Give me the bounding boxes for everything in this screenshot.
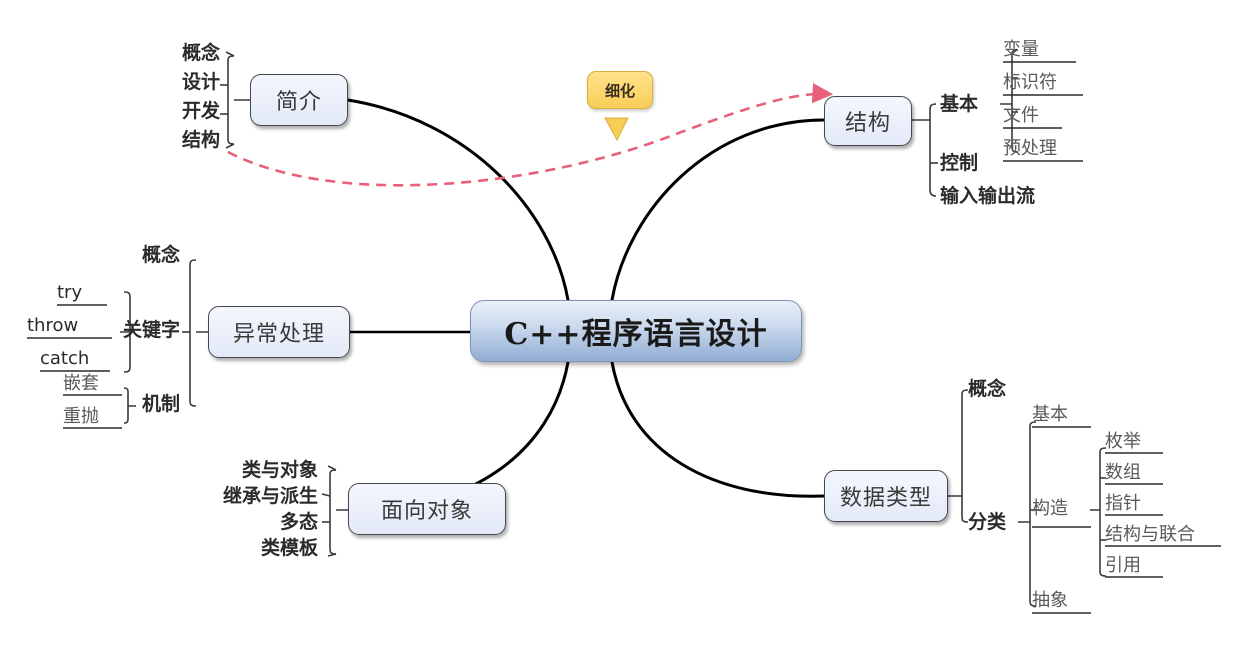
subtopic-oop-2[interactable]: 多态 xyxy=(192,513,318,532)
intro-spine xyxy=(227,55,250,145)
topic-label-datatype: 数据类型 xyxy=(839,486,932,511)
leaf-datatype-construct[interactable]: 构造 xyxy=(1032,500,1068,520)
topic-node-structure[interactable]: 结构 xyxy=(824,96,912,146)
leaf-construct-array[interactable]: 数组 xyxy=(1105,464,1141,484)
leaf-datatype-abstract[interactable]: 抽象 xyxy=(1032,592,1068,612)
subtopic-oop-1[interactable]: 继承与派生 xyxy=(192,487,318,506)
leaf-structure-variable[interactable]: 变量 xyxy=(1003,41,1039,61)
leaf-exception-rethrow[interactable]: 重抛 xyxy=(63,408,99,428)
leaf-construct-enum[interactable]: 枚举 xyxy=(1105,433,1141,453)
intro-hook-0 xyxy=(225,51,235,57)
leaf-datatype-basic[interactable]: 基本 xyxy=(1032,406,1068,426)
callout-label: 细化 xyxy=(604,81,635,100)
structure-spine xyxy=(912,103,937,197)
branch-curve-structure xyxy=(610,118,826,302)
subtopic-exception-mechanism[interactable]: 机制 xyxy=(98,395,180,414)
subtopic-intro-2[interactable]: 开发 xyxy=(116,102,220,121)
oop-hook-3 xyxy=(327,553,337,557)
topic-node-datatype[interactable]: 数据类型 xyxy=(824,470,948,522)
leaf-structure-identifier[interactable]: 标识符 xyxy=(1003,74,1057,94)
subtopic-oop-0[interactable]: 类与对象 xyxy=(192,461,318,480)
mindmap-canvas: C++程序语言设计 细化 简介 概念 设计 开发 结构 结构 基本 控制 输入输… xyxy=(0,0,1254,650)
leaf-exception-catch[interactable]: catch xyxy=(40,350,89,370)
oop-hook-0 xyxy=(327,465,337,471)
topic-label-structure: 结构 xyxy=(844,111,891,136)
topic-node-exception[interactable]: 异常处理 xyxy=(208,306,350,358)
callout-bubble[interactable]: 细化 xyxy=(587,71,653,109)
topic-node-oop[interactable]: 面向对象 xyxy=(348,483,506,535)
oop-spine xyxy=(329,469,348,555)
callout-tail xyxy=(604,117,629,142)
central-topic-node[interactable]: C++程序语言设计 xyxy=(470,300,802,362)
topic-node-intro[interactable]: 简介 xyxy=(250,74,348,126)
subtopic-datatype-classification[interactable]: 分类 xyxy=(968,513,1006,532)
leaf-construct-struct-union[interactable]: 结构与联合 xyxy=(1105,526,1195,546)
central-topic-label: C++程序语言设计 xyxy=(504,317,768,352)
topic-label-oop: 面向对象 xyxy=(380,499,473,524)
branch-curve-intro xyxy=(346,98,570,302)
topic-label-intro: 简介 xyxy=(275,90,322,115)
topic-label-exception: 异常处理 xyxy=(232,322,325,347)
subtopic-structure-control[interactable]: 控制 xyxy=(940,154,978,173)
oop-hook-1 xyxy=(321,493,331,497)
subtopic-datatype-concept[interactable]: 概念 xyxy=(968,380,1006,399)
leaf-structure-preprocess[interactable]: 预处理 xyxy=(1003,140,1057,160)
exception-spine xyxy=(189,259,208,407)
branch-curve-datatype xyxy=(610,360,826,498)
leaf-exception-nested[interactable]: 嵌套 xyxy=(63,375,99,395)
leaf-exception-try[interactable]: try xyxy=(57,284,82,304)
subtopic-exception-keyword[interactable]: 关键字 xyxy=(98,321,180,340)
subtopic-structure-basic[interactable]: 基本 xyxy=(940,95,978,114)
subtopic-intro-3[interactable]: 结构 xyxy=(116,131,220,150)
subtopic-exception-concept[interactable]: 概念 xyxy=(98,246,180,265)
subtopic-intro-1[interactable]: 设计 xyxy=(116,73,220,92)
leaf-exception-throw[interactable]: throw xyxy=(27,317,78,337)
datatype-spine xyxy=(948,389,969,523)
subtopic-intro-0[interactable]: 概念 xyxy=(116,44,220,63)
structure-basic-spine xyxy=(1000,49,1019,153)
subtopic-structure-io[interactable]: 输入输出流 xyxy=(940,187,1035,206)
datatype-construct-spine xyxy=(1090,447,1107,577)
intro-hook-3 xyxy=(225,143,235,149)
leaf-construct-pointer[interactable]: 指针 xyxy=(1105,495,1141,515)
subtopic-oop-3[interactable]: 类模板 xyxy=(192,539,318,558)
leaf-structure-file[interactable]: 文件 xyxy=(1003,107,1039,127)
leaf-construct-reference[interactable]: 引用 xyxy=(1105,557,1141,577)
